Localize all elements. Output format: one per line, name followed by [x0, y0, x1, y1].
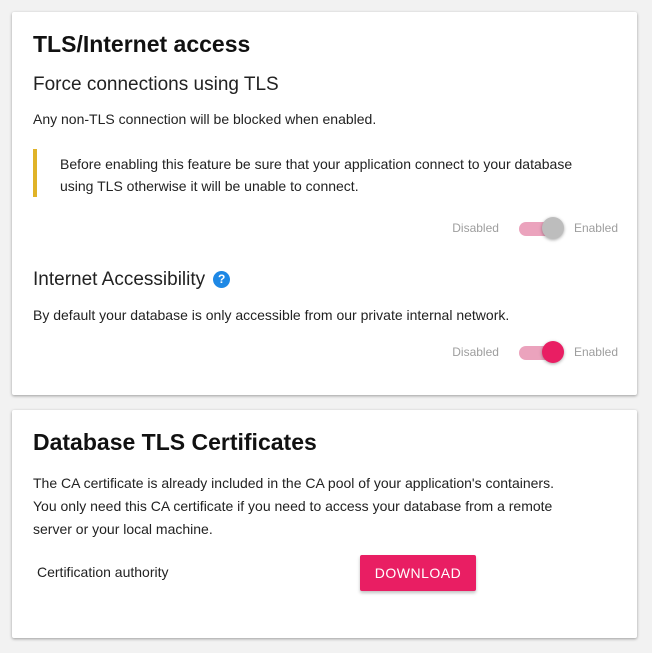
internet-access-toggle-knob[interactable]	[541, 341, 564, 363]
internet-access-enabled-label: Enabled	[573, 345, 618, 359]
certification-authority-label: Certification authority	[37, 564, 169, 580]
tls-warning-line-2: using TLS otherwise it will be unable to…	[60, 178, 359, 194]
internet-accessibility-title: Internet Accessibility	[33, 269, 206, 290]
internet-access-toggle[interactable]	[518, 341, 564, 363]
force-tls-enabled-label: Enabled	[573, 221, 618, 235]
tls-internet-access-card: TLS/Internet access Force connections us…	[12, 12, 637, 395]
tls-card-title: TLS/Internet access	[33, 31, 251, 57]
download-button[interactable]: DOWNLOAD	[360, 555, 476, 591]
tls-certificates-card: Database TLS Certificates The CA certifi…	[12, 410, 637, 638]
internet-access-toggle-row: Disabled Enabled	[452, 341, 618, 363]
certificates-text-line-1: The CA certificate is already included i…	[33, 475, 554, 491]
tls-warning-callout: Before enabling this feature be sure tha…	[33, 149, 613, 197]
force-tls-toggle-row: Disabled Enabled	[452, 217, 618, 239]
certificates-text-line-2: You only need this CA certificate if you…	[33, 498, 553, 514]
force-tls-disabled-label: Disabled	[452, 221, 499, 235]
internet-access-disabled-label: Disabled	[452, 345, 499, 359]
force-tls-toggle[interactable]	[518, 217, 564, 239]
force-tls-description: Any non-TLS connection will be blocked w…	[33, 111, 377, 127]
internet-accessibility-description: By default your database is only accessi…	[33, 307, 510, 323]
help-circle-icon[interactable]: ?	[213, 270, 231, 288]
force-tls-title: Force connections using TLS	[33, 74, 279, 95]
certificates-card-title: Database TLS Certificates	[33, 429, 317, 455]
tls-warning-line-1: Before enabling this feature be sure tha…	[60, 156, 573, 172]
force-tls-toggle-knob[interactable]	[541, 217, 564, 239]
certificates-description: The CA certificate is already included i…	[33, 472, 554, 541]
certificates-text-line-3: server or your local machine.	[33, 521, 213, 537]
internet-accessibility-heading: Internet Accessibility?	[33, 269, 231, 291]
